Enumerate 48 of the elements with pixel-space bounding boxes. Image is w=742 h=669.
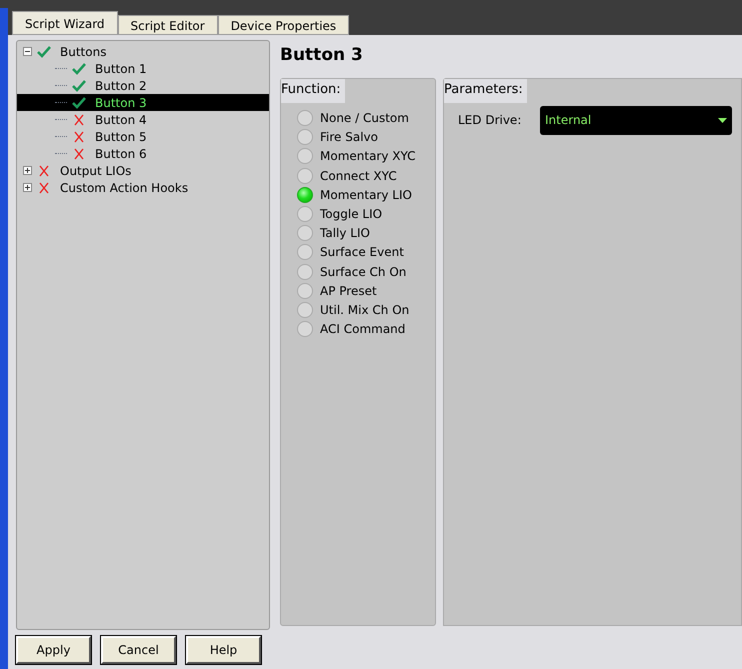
tree-item[interactable]: Buttons	[17, 43, 269, 60]
radio-button[interactable]	[297, 110, 313, 126]
tree-item[interactable]: Button 6	[17, 145, 269, 162]
radio-button[interactable]	[297, 264, 313, 280]
dialog-button[interactable]: Apply	[16, 636, 91, 664]
collapse-icon[interactable]	[23, 47, 32, 56]
radio-option[interactable]: None / Custom	[297, 108, 435, 128]
expand-icon[interactable]	[23, 166, 32, 175]
radio-button[interactable]	[297, 148, 313, 164]
led-drive-dropdown[interactable]: Internal	[540, 106, 732, 134]
tab[interactable]: Script Wizard	[12, 11, 118, 35]
radio-button[interactable]	[297, 186, 313, 203]
radio-option[interactable]: Connect XYC	[297, 166, 435, 186]
radio-button[interactable]	[297, 244, 313, 260]
tree-item[interactable]: Custom Action Hooks	[17, 179, 269, 196]
radio-button[interactable]	[297, 321, 313, 338]
radio-button[interactable]	[297, 225, 313, 242]
dialog-button[interactable]: Help	[186, 636, 261, 664]
tab[interactable]: Script Editor	[118, 15, 218, 35]
radio-option[interactable]: Surface Ch On	[297, 262, 435, 282]
radio-option[interactable]: Tally LIO	[297, 224, 435, 243]
radio-option[interactable]: Toggle LIO	[297, 204, 435, 224]
radio-button[interactable]	[297, 129, 313, 146]
dropdown-arrow-icon	[718, 118, 727, 122]
radio-option[interactable]: Momentary LIO	[297, 185, 435, 204]
radio-option[interactable]: Fire Salvo	[297, 128, 435, 147]
page-title: Button 3	[280, 44, 364, 67]
radio-button[interactable]	[297, 302, 313, 318]
led-drive-label: LED Drive:	[458, 112, 522, 129]
radio-button[interactable]	[297, 206, 313, 222]
tree-item[interactable]: Output LIOs	[17, 162, 269, 179]
tree-item[interactable]: Button 2	[17, 77, 269, 94]
radio-option[interactable]: ACI Command	[297, 320, 435, 339]
radio-option[interactable]: Surface Event	[297, 242, 435, 262]
radio-button[interactable]	[297, 168, 313, 184]
radio-option[interactable]: AP Preset	[297, 281, 435, 300]
tree-item[interactable]: Button 3	[17, 94, 269, 111]
parameters-label: Parameters:	[444, 79, 527, 102]
tree-item[interactable]: Button 4	[17, 111, 269, 128]
radio-option[interactable]: Util. Mix Ch On	[297, 300, 435, 320]
expand-icon[interactable]	[23, 183, 32, 192]
radio-button[interactable]	[297, 282, 313, 299]
tree-item[interactable]: Button 5	[17, 128, 269, 145]
tree-item[interactable]: Button 1	[17, 60, 269, 77]
function-label: Function:	[281, 79, 345, 102]
tab[interactable]: Device Properties	[218, 15, 350, 35]
dialog-button[interactable]: Cancel	[101, 636, 176, 664]
radio-option[interactable]: Momentary XYC	[297, 146, 435, 166]
